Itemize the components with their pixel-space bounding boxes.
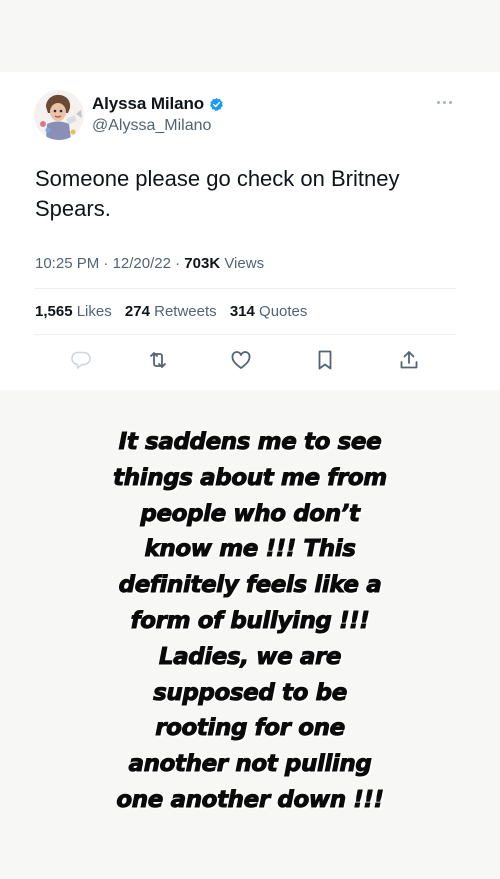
tweet-card[interactable]: Alyssa Milano @Alyssa_Milano Someone ple…: [0, 72, 500, 390]
likes-stat[interactable]: 1,565 Likes: [35, 303, 116, 320]
views-count: 703K: [184, 255, 221, 272]
statement-line: It saddens me to see: [118, 429, 382, 456]
statement-line: people who don’t: [140, 500, 361, 527]
statement-line: form of bullying !!!: [130, 607, 370, 634]
retweets-stat[interactable]: 274 Retweets: [125, 303, 221, 320]
views-label: Views: [224, 255, 265, 272]
tweet-text-line: Someone please go check on Britney: [35, 166, 400, 191]
author-name-row: Alyssa Milano: [92, 94, 224, 114]
statement-text: It saddens me to see things about me fro…: [20, 425, 480, 819]
author-name[interactable]: Alyssa Milano: [92, 94, 204, 114]
likes-label: Likes: [76, 303, 112, 320]
more-icon[interactable]: [437, 99, 455, 105]
retweet-icon[interactable]: [146, 348, 170, 372]
statement-line: one another down !!!: [116, 786, 385, 813]
statement-line: another not pulling: [128, 751, 372, 778]
tweet-text-line: Spears.: [35, 196, 111, 221]
tweet-time[interactable]: 10:25 PM: [35, 255, 99, 272]
share-icon[interactable]: [397, 348, 421, 372]
likes-count: 1,565: [35, 303, 73, 320]
retweets-label: Retweets: [154, 303, 217, 320]
reply-icon[interactable]: [69, 348, 93, 372]
statement-line: know me !!! This: [144, 536, 356, 563]
tweet-meta: 10:25 PM · 12/20/22 · 703K Views: [35, 255, 264, 272]
divider: [34, 334, 456, 335]
divider: [34, 288, 456, 289]
author-handle[interactable]: @Alyssa_Milano: [92, 117, 211, 135]
retweets-count: 274: [124, 303, 150, 320]
tweet-stats: 1,565 Likes 274 Retweets 314 Quotes: [35, 303, 316, 320]
quotes-count: 314: [229, 303, 255, 320]
avatar[interactable]: [34, 90, 84, 140]
quotes-stat[interactable]: 314 Quotes: [230, 303, 308, 320]
tweet-date[interactable]: 12/20/22: [113, 255, 171, 272]
meta-separator: ·: [175, 255, 181, 272]
statement-line: definitely feels like a: [118, 572, 382, 599]
verified-icon: [209, 97, 224, 112]
meta-separator: ·: [103, 255, 109, 272]
statement-line: things about me from: [113, 464, 388, 491]
quotes-label: Quotes: [259, 303, 308, 320]
statement-line: supposed to be: [153, 679, 348, 706]
bookmark-icon[interactable]: [313, 348, 337, 372]
like-icon[interactable]: [229, 348, 253, 372]
tweet-text: Someone please go check on Britney Spear…: [35, 164, 455, 224]
story-screen: Alyssa Milano @Alyssa_Milano Someone ple…: [0, 0, 500, 879]
statement-line: rooting for one: [155, 715, 346, 742]
tweet-action-bar: [35, 348, 455, 374]
statement-line: Ladies, we are: [158, 643, 342, 670]
